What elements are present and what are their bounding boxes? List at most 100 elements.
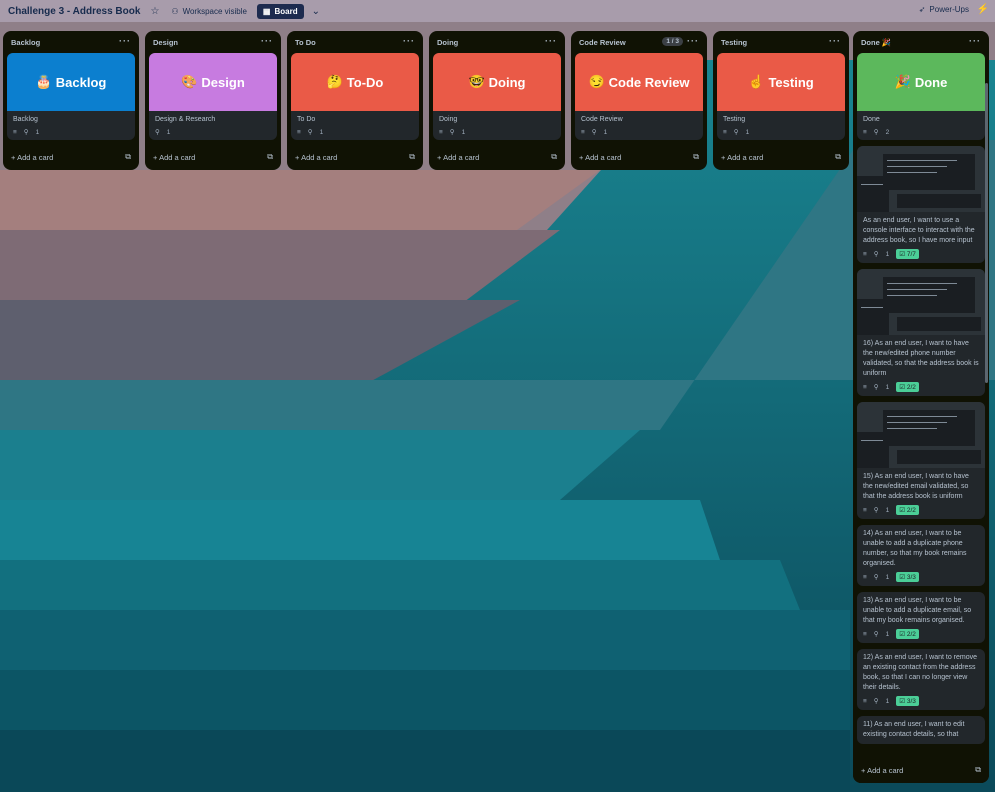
board-header: Challenge 3 - Address Book ☆ ⚇ Workspace… <box>0 0 995 22</box>
checklist-count: 3/3 <box>906 698 916 705</box>
template-icon[interactable]: ⧉ <box>975 765 981 775</box>
add-card-label: Add a card <box>159 152 196 162</box>
add-card-button[interactable]: + Add a card ⧉ <box>429 146 565 170</box>
card-title: 16) As an end user, I want to have the n… <box>863 340 979 377</box>
card[interactable]: 11) As an end user, I want to edit exist… <box>857 716 985 744</box>
list-header[interactable]: Done 🎉 ··· <box>853 31 989 53</box>
list-title[interactable]: Backlog <box>11 38 40 47</box>
add-card-button[interactable]: + Add a card ⧉ <box>571 146 707 170</box>
plus-icon: + <box>579 152 584 162</box>
card[interactable]: 15) As an end user, I want to have the n… <box>857 402 985 519</box>
plus-icon: + <box>437 152 442 162</box>
template-icon[interactable]: ⧉ <box>693 152 699 162</box>
visibility-label: Workspace visible <box>182 6 247 16</box>
card[interactable]: 😏 Code Review Code Review ≡ ⚲ 1 <box>575 53 703 140</box>
card[interactable]: ☝️ Testing Testing ≡ ⚲ 1 <box>717 53 845 140</box>
board-icon: ▦ <box>262 6 271 16</box>
list-backlog[interactable]: Backlog ··· 🎂 Backlog Backlog ≡ ⚲ 1 + Ad… <box>3 31 139 170</box>
list-menu-icon[interactable]: ··· <box>403 36 415 46</box>
card-cover: 🎂 Backlog <box>7 53 135 111</box>
add-card-label: Add a card <box>301 152 338 162</box>
list-code-review[interactable]: Code Review 1 / 3 ··· 😏 Code Review Code… <box>571 31 707 170</box>
card[interactable]: 🤔 To-Do To Do ≡ ⚲ 1 <box>291 53 419 140</box>
list-menu-icon[interactable]: ··· <box>545 36 557 46</box>
scrollbar[interactable] <box>985 83 988 383</box>
attachment-count: 1 <box>885 630 890 638</box>
checklist-count: 2/2 <box>906 631 916 638</box>
template-icon[interactable]: ⧉ <box>125 152 131 162</box>
cover-text: Doing <box>488 74 526 90</box>
attachment-count: 1 <box>885 250 890 258</box>
template-icon[interactable]: ⧉ <box>409 152 415 162</box>
cover-emoji: 🎉 <box>894 74 911 89</box>
list-title[interactable]: Code Review <box>579 38 626 47</box>
add-card-button[interactable]: + Add a card ⧉ <box>3 146 139 170</box>
list-header[interactable]: Design ··· <box>145 31 281 53</box>
attachment-count: 1 <box>885 573 890 581</box>
list-header[interactable]: Code Review 1 / 3 ··· <box>571 31 707 53</box>
attachment-count: 1 <box>885 383 890 391</box>
template-icon[interactable]: ⧉ <box>267 152 273 162</box>
list-title[interactable]: Testing <box>721 38 747 47</box>
attachment-icon: ⚲ <box>873 574 879 581</box>
list-header[interactable]: Doing ··· <box>429 31 565 53</box>
list-menu-icon[interactable]: ··· <box>261 36 273 46</box>
list-title[interactable]: Design <box>153 38 178 47</box>
list-design[interactable]: Design ··· 🎨 Design Design & Research ⚲ … <box>145 31 281 170</box>
card-cover-image <box>857 269 985 335</box>
card[interactable]: 🤓 Doing Doing ≡ ⚲ 1 <box>433 53 561 140</box>
list-done[interactable]: Done 🎉 ··· 🎉 Done Done ≡ ⚲ 2 As an end u… <box>853 31 989 783</box>
checklist-badge: ☑ 7/7 <box>896 249 919 259</box>
card[interactable]: 🎉 Done Done ≡ ⚲ 2 <box>857 53 985 140</box>
description-icon: ≡ <box>863 630 867 638</box>
cover-emoji: 🤓 <box>468 74 485 89</box>
board-view-button[interactable]: ▦ Board <box>256 3 304 19</box>
description-icon: ≡ <box>439 128 443 136</box>
card[interactable]: 🎨 Design Design & Research ⚲ 1 <box>149 53 277 140</box>
list-title[interactable]: Doing <box>437 38 458 47</box>
list-to-do[interactable]: To Do ··· 🤔 To-Do To Do ≡ ⚲ 1 + Add a ca… <box>287 31 423 170</box>
card[interactable]: 16) As an end user, I want to have the n… <box>857 269 985 396</box>
board-title[interactable]: Challenge 3 - Address Book <box>8 6 140 17</box>
attachment-icon: ⚲ <box>873 251 879 258</box>
star-icon[interactable]: ☆ <box>150 6 159 17</box>
list-header[interactable]: Testing ··· <box>713 31 849 53</box>
add-card-button[interactable]: + Add a card ⧉ <box>287 146 423 170</box>
attachment-icon: ⚲ <box>155 129 160 136</box>
card[interactable]: 12) As an end user, I want to remove an … <box>857 649 985 710</box>
list-menu-icon[interactable]: ··· <box>969 36 981 46</box>
card[interactable]: As an end user, I want to use a console … <box>857 146 985 263</box>
add-card-label: Add a card <box>867 765 904 775</box>
attachment-count: 1 <box>35 128 40 136</box>
list-header[interactable]: To Do ··· <box>287 31 423 53</box>
list-doing[interactable]: Doing ··· 🤓 Doing Doing ≡ ⚲ 1 + Add a ca… <box>429 31 565 170</box>
automation-icon[interactable]: ⚡ <box>977 4 989 15</box>
list-title[interactable]: To Do <box>295 38 316 47</box>
template-icon[interactable]: ⧉ <box>835 152 841 162</box>
list-title[interactable]: Done 🎉 <box>861 38 891 47</box>
card[interactable]: 14) As an end user, I want to be unable … <box>857 525 985 586</box>
attachment-count: 2 <box>885 128 890 136</box>
chevron-down-icon[interactable]: ⌄ <box>312 6 320 17</box>
card-cover: 🎨 Design <box>149 53 277 111</box>
add-card-button[interactable]: + Add a card ⧉ <box>713 146 849 170</box>
add-card-button[interactable]: + Add a card ⧉ <box>145 146 281 170</box>
cover-text: Done <box>914 74 948 90</box>
attachment-icon: ⚲ <box>591 129 597 136</box>
add-card-button[interactable]: + Add a card ⧉ <box>853 759 989 783</box>
visibility-button[interactable]: ⚇ Workspace visible <box>171 7 247 16</box>
list-menu-icon[interactable]: ··· <box>829 36 841 46</box>
template-icon[interactable]: ⧉ <box>551 152 557 162</box>
card-title: Testing <box>723 116 746 123</box>
power-ups-button[interactable]: ➶ Power-Ups <box>919 5 969 14</box>
attachment-count: 1 <box>319 128 324 136</box>
list-header[interactable]: Backlog ··· <box>3 31 139 53</box>
card-title: Done <box>863 116 880 123</box>
list-testing[interactable]: Testing ··· ☝️ Testing Testing ≡ ⚲ 1 + A… <box>713 31 849 170</box>
list-menu-icon[interactable]: ··· <box>687 36 699 46</box>
attachment-count: 1 <box>603 128 608 136</box>
description-icon: ≡ <box>13 128 17 136</box>
card[interactable]: 13) As an end user, I want to be unable … <box>857 592 985 643</box>
list-menu-icon[interactable]: ··· <box>119 36 131 46</box>
card[interactable]: 🎂 Backlog Backlog ≡ ⚲ 1 <box>7 53 135 140</box>
